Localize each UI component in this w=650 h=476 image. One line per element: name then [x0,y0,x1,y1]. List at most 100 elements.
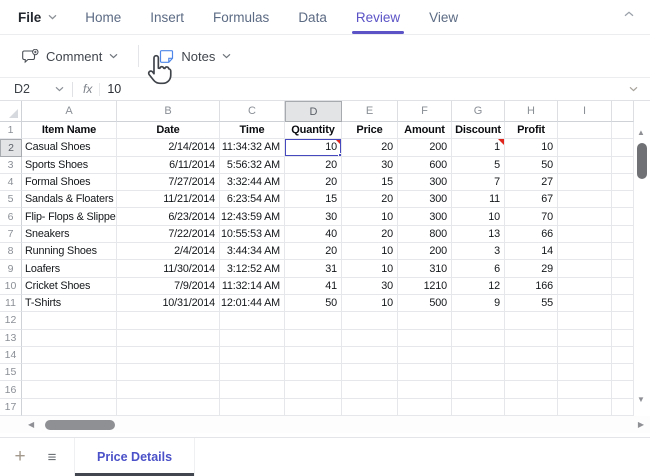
cell-E8[interactable]: 10 [342,243,398,261]
column-header-B[interactable]: B [117,101,220,122]
comment-button[interactable]: Comment [18,44,122,69]
cell-A13[interactable] [22,329,117,347]
cell-F1[interactable]: Amount [398,122,452,140]
cell-E16[interactable] [342,381,398,399]
cell-A10[interactable]: Cricket Shoes [22,277,117,295]
cell-G7[interactable]: 13 [452,225,505,244]
cell-G17[interactable] [452,398,505,417]
cell-D16[interactable] [285,381,342,399]
cell-B9[interactable]: 11/30/2014 [117,260,220,278]
cell-C12[interactable] [220,312,285,330]
column-header-I[interactable]: I [558,101,612,122]
cell-J17[interactable] [612,398,634,417]
add-sheet-button[interactable]: + [8,447,32,467]
collapse-ribbon-button[interactable] [624,11,634,17]
cell-B7[interactable]: 7/22/2014 [117,225,220,244]
cell-J6[interactable] [612,208,634,226]
cell-H5[interactable]: 67 [505,191,558,209]
cell-H17[interactable] [505,398,558,417]
row-header-3[interactable]: 3 [0,156,22,174]
cell-H15[interactable] [505,364,558,382]
cell-F10[interactable]: 1210 [398,277,452,295]
cell-A12[interactable] [22,312,117,330]
cell-I11[interactable] [558,294,612,313]
cell-H3[interactable]: 50 [505,156,558,174]
column-header-G[interactable]: G [452,101,505,122]
row-header-15[interactable]: 15 [0,364,22,382]
cell-A7[interactable]: Sneakers [22,225,117,244]
menu-item-formulas[interactable]: Formulas [212,1,270,34]
cell-F5[interactable]: 300 [398,191,452,209]
expand-formula-bar-chevron-icon[interactable] [629,86,638,92]
cell-C16[interactable] [220,381,285,399]
cell-E14[interactable] [342,346,398,365]
cell-G5[interactable]: 11 [452,191,505,209]
scroll-down-icon[interactable]: ▼ [637,395,645,404]
cell-G9[interactable]: 6 [452,260,505,278]
cell-D9[interactable]: 31 [285,260,342,278]
cell-F13[interactable] [398,329,452,347]
cell-I7[interactable] [558,225,612,244]
cell-E10[interactable]: 30 [342,277,398,295]
cell-D5[interactable]: 15 [285,191,342,209]
cell-I9[interactable] [558,260,612,278]
cell-C15[interactable] [220,364,285,382]
cell-F2[interactable]: 200 [398,139,452,157]
menu-item-view[interactable]: View [428,1,459,34]
column-header-E[interactable]: E [342,101,398,122]
cell-A11[interactable]: T-Shirts [22,294,117,313]
cell-I5[interactable] [558,191,612,209]
cell-H6[interactable]: 70 [505,208,558,226]
cell-I12[interactable] [558,312,612,330]
cell-F7[interactable]: 800 [398,225,452,244]
scroll-left-icon[interactable]: ◀ [28,420,34,429]
formula-input[interactable]: 10 [107,82,121,96]
cell-B3[interactable]: 6/11/2014 [117,156,220,174]
sheet-list-menu-icon[interactable]: ≡ [40,449,64,466]
cell-I13[interactable] [558,329,612,347]
cell-D6[interactable]: 30 [285,208,342,226]
cell-E13[interactable] [342,329,398,347]
cell-I3[interactable] [558,156,612,174]
cell-B14[interactable] [117,346,220,365]
menu-item-review[interactable]: Review [351,1,405,34]
cell-G8[interactable]: 3 [452,243,505,261]
notes-button[interactable]: Notes [155,44,235,69]
sheet-tab-price-details[interactable]: Price Details [74,438,196,476]
cell-C11[interactable]: 12:01:44 AM [220,294,285,313]
cell-G4[interactable]: 7 [452,173,505,192]
cell-I4[interactable] [558,173,612,192]
cell-C9[interactable]: 3:12:52 AM [220,260,285,278]
row-header-10[interactable]: 10 [0,277,22,295]
cell-I6[interactable] [558,208,612,226]
cell-F3[interactable]: 600 [398,156,452,174]
cell-D3[interactable]: 20 [285,156,342,174]
cell-F17[interactable] [398,398,452,417]
cell-H2[interactable]: 10 [505,139,558,157]
cell-A14[interactable] [22,346,117,365]
vertical-scrollbar[interactable]: ▲ ▼ [634,122,650,416]
cell-A4[interactable]: Formal Shoes [22,173,117,192]
cell-B17[interactable] [117,398,220,417]
cell-C17[interactable] [220,398,285,417]
cell-J7[interactable] [612,225,634,244]
cell-A5[interactable]: Sandals & Floaters [22,191,117,209]
cell-D2[interactable]: 10 [285,139,342,157]
cell-I14[interactable] [558,346,612,365]
cell-A17[interactable] [22,398,117,417]
cell-D13[interactable] [285,329,342,347]
cell-C2[interactable]: 11:34:32 AM [220,139,285,157]
cell-B2[interactable]: 2/14/2014 [117,139,220,157]
select-all-corner[interactable] [0,101,22,122]
cell-D1[interactable]: Quantity [285,122,342,140]
cell-I10[interactable] [558,277,612,295]
menu-item-data[interactable]: Data [297,1,328,34]
cell-G16[interactable] [452,381,505,399]
cell-B16[interactable] [117,381,220,399]
cell-C14[interactable] [220,346,285,365]
cell-G14[interactable] [452,346,505,365]
cell-B6[interactable]: 6/23/2014 [117,208,220,226]
cell-E12[interactable] [342,312,398,330]
column-header-A[interactable]: A [22,101,117,122]
cell-J5[interactable] [612,191,634,209]
